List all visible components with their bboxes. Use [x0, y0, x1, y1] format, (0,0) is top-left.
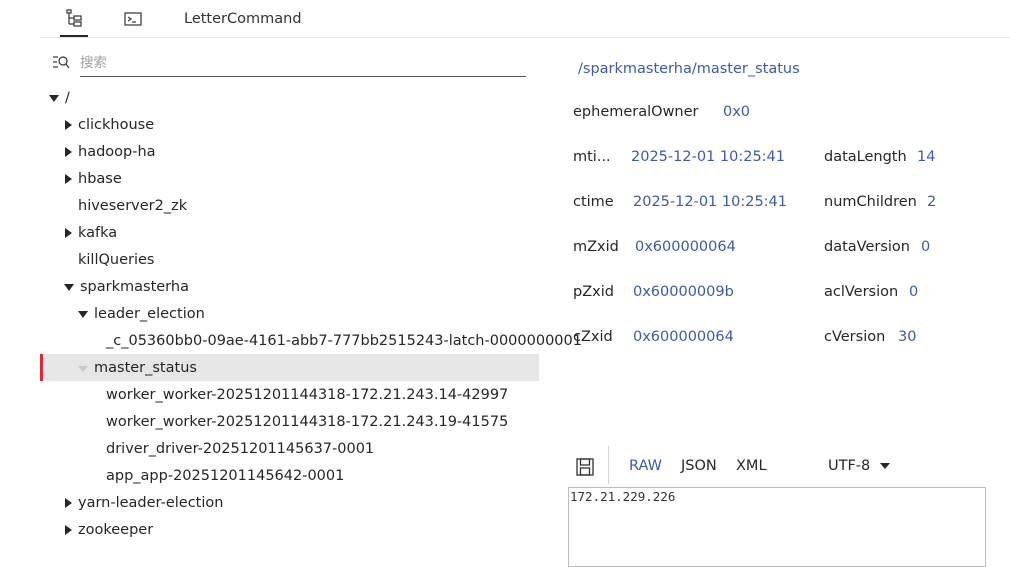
tab-letter-command[interactable]: LetterCommand	[184, 0, 302, 38]
tree-node-label: driver_driver-20251201145637-0001	[106, 440, 375, 457]
node-data-content: 172.21.229.226	[570, 489, 676, 504]
encoding-select[interactable]: UTF-8	[828, 458, 891, 474]
tree-node-app[interactable]: app_app-20251201145642-0001	[106, 462, 344, 489]
tree-node-clickhouse[interactable]: clickhouse	[65, 111, 154, 138]
tree-node-hadoop-ha[interactable]: hadoop-ha	[65, 138, 156, 165]
tree-node-label: killQueries	[78, 251, 155, 268]
tree-node-label: _c_05360bb0-09ae-4161-abb7-777bb2515243-…	[106, 332, 582, 349]
toolbar-divider	[608, 446, 609, 484]
data-length-value: 14	[917, 149, 936, 165]
format-json-button[interactable]: JSON	[681, 458, 717, 474]
num-children-value: 2	[927, 194, 937, 210]
caret-down-icon	[49, 95, 59, 102]
tree-search	[52, 50, 526, 78]
tree-node-killqueries[interactable]: killQueries	[78, 246, 154, 273]
caret-down-icon	[78, 311, 88, 318]
mtime-label: mti...	[573, 149, 611, 165]
tree-node-label: kafka	[78, 224, 118, 241]
tree-node-hiveserver2-zk[interactable]: hiveserver2_zk	[78, 192, 187, 219]
mzxid-label: mZxid	[573, 239, 619, 255]
tree-node-label: /	[65, 89, 70, 106]
node-data-editor[interactable]: 172.21.229.226	[568, 487, 986, 567]
pzxid-value: 0x60000009b	[633, 284, 734, 300]
encoding-value: UTF-8	[828, 458, 871, 474]
search-input[interactable]	[80, 50, 526, 77]
tree-node-master-status[interactable]: master_status	[78, 354, 197, 381]
mtime-value: 2025-12-01 10:25:41	[631, 149, 785, 165]
filter-search-icon	[53, 56, 70, 69]
cversion-label: cVersion	[824, 329, 886, 345]
chevron-down-icon	[880, 463, 891, 469]
num-children-label: numChildren	[824, 194, 917, 210]
tree-node-label: master_status	[94, 359, 197, 376]
tree-node-driver[interactable]: driver_driver-20251201145637-0001	[106, 435, 374, 462]
acl-version-value: 0	[909, 284, 919, 300]
ephemeral-owner-label: ephemeralOwner	[573, 104, 699, 120]
tree-node-label: sparkmasterha	[80, 278, 189, 295]
tree-node-label: yarn-leader-election	[78, 494, 224, 511]
tree-node-label: worker_worker-20251201144318-172.21.243.…	[106, 413, 509, 430]
czxid-value: 0x600000064	[633, 329, 734, 345]
tree-node-label: zookeeper	[78, 521, 154, 538]
tree-node-sparkmasterha[interactable]: sparkmasterha	[64, 273, 189, 300]
tree-node-hbase[interactable]: hbase	[65, 165, 122, 192]
caret-right-icon	[65, 119, 72, 130]
caret-right-icon	[65, 524, 72, 535]
terminal-icon	[124, 12, 142, 26]
tree-node-kafka[interactable]: kafka	[65, 219, 117, 246]
tree-node-worker-1[interactable]: worker_worker-20251201144318-172.21.243.…	[106, 381, 508, 408]
tree-node-label: clickhouse	[78, 116, 155, 133]
tree-node-label: hiveserver2_zk	[78, 197, 188, 214]
data-length-label: dataLength	[824, 149, 907, 165]
tree-node-leader-election[interactable]: leader_election	[78, 300, 205, 327]
top-tab-bar: LetterCommand	[40, 0, 1010, 38]
tree-node-yarn-leader-election[interactable]: yarn-leader-election	[65, 489, 223, 516]
tree-node-worker-2[interactable]: worker_worker-20251201144318-172.21.243.…	[106, 408, 508, 435]
caret-right-icon	[65, 227, 72, 238]
tree-node-label: leader_election	[94, 305, 205, 322]
caret-down-icon	[64, 284, 74, 291]
save-icon[interactable]	[575, 457, 595, 477]
caret-right-icon	[65, 497, 72, 508]
tree-node-label: hbase	[78, 170, 122, 187]
ctime-label: ctime	[573, 194, 614, 210]
format-raw-button[interactable]: RAW	[629, 458, 662, 474]
format-xml-button[interactable]: XML	[736, 458, 767, 474]
selected-row-indicator	[40, 354, 43, 381]
acl-version-label: aclVersion	[824, 284, 899, 300]
data-version-value: 0	[921, 239, 931, 255]
ephemeral-owner-value: 0x0	[723, 104, 751, 120]
cversion-value: 30	[898, 329, 917, 345]
data-version-label: dataVersion	[824, 239, 910, 255]
caret-right-icon	[65, 146, 72, 157]
tree-node-label: app_app-20251201145642-0001	[106, 467, 345, 484]
tree-node-label: worker_worker-20251201144318-172.21.243.…	[106, 386, 509, 403]
czxid-label: cZxid	[573, 329, 613, 345]
tree-node-zookeeper[interactable]: zookeeper	[65, 516, 153, 543]
ctime-value: 2025-12-01 10:25:41	[633, 194, 787, 210]
tab-tree[interactable]	[60, 0, 88, 37]
tree-icon	[66, 8, 82, 27]
tree-node-label: hadoop-ha	[78, 143, 156, 160]
node-path: /sparkmasterha/master_status	[578, 61, 800, 77]
tree-node-root[interactable]: /	[49, 84, 70, 111]
tab-terminal[interactable]	[120, 0, 146, 38]
caret-right-icon	[65, 173, 72, 184]
pzxid-label: pZxid	[573, 284, 614, 300]
tree-node-latch[interactable]: _c_05360bb0-09ae-4161-abb7-777bb2515243-…	[106, 327, 582, 354]
mzxid-value: 0x600000064	[635, 239, 736, 255]
caret-down-icon	[78, 365, 88, 372]
